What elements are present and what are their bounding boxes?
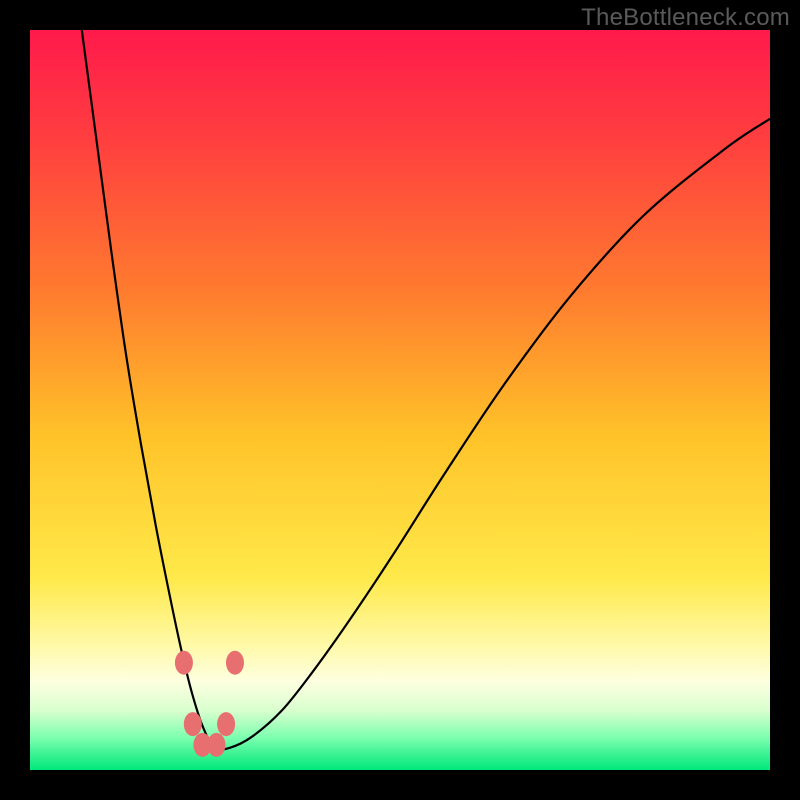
plot-area [30, 30, 770, 770]
chart-canvas [30, 30, 770, 770]
marker-dot [207, 733, 225, 757]
marker-dot [175, 651, 193, 675]
chart-frame: TheBottleneck.com [0, 0, 800, 800]
watermark-text: TheBottleneck.com [581, 4, 790, 32]
marker-dot [226, 651, 244, 675]
marker-dot [184, 712, 202, 736]
marker-dot [217, 712, 235, 736]
gradient-background [30, 30, 770, 770]
